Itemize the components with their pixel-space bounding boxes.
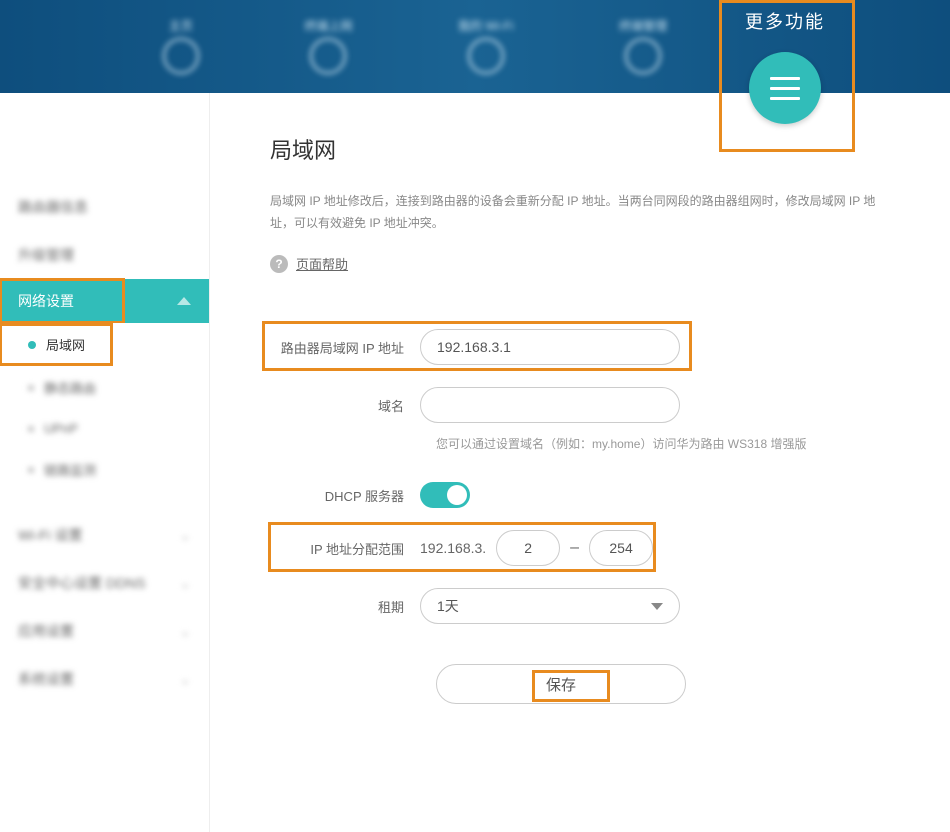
sidebar-item-label: 网络设置: [18, 291, 74, 311]
save-button[interactable]: 保存: [436, 664, 686, 704]
top-nav-blurred: 主页 终端上网 我的 Wi-Fi 终端管理: [110, 8, 720, 83]
more-features-button[interactable]: [749, 52, 821, 124]
row-dhcp: DHCP 服务器: [270, 482, 880, 508]
select-lease-value: 1天: [437, 596, 459, 616]
label-lease: 租期: [270, 597, 420, 616]
row-lease: 租期 1天: [270, 588, 880, 624]
label-lan-ip: 路由器局域网 IP 地址: [270, 338, 420, 357]
sidebar-item-blurred[interactable]: Wi-Fi 设置⌄: [0, 511, 209, 559]
label-domain: 域名: [270, 396, 420, 415]
sidebar-item-blurred[interactable]: 系统设置⌄: [0, 655, 209, 703]
sidebar-subitem-blurred[interactable]: UPnP: [0, 409, 209, 448]
sidebar-subitem-label: 局域网: [46, 335, 85, 354]
save-button-label: 保存: [546, 674, 576, 695]
ip-range-separator: –: [570, 539, 579, 557]
sidebar-subitem-blurred[interactable]: 链路监测: [0, 448, 209, 491]
input-ip-range-start[interactable]: [496, 530, 560, 566]
row-ip-range: IP 地址分配范围 192.168.3. –: [270, 530, 880, 566]
page-help[interactable]: ? 页面帮助: [270, 254, 880, 289]
page-help-link[interactable]: 页面帮助: [296, 254, 348, 273]
chevron-down-icon: [651, 603, 663, 610]
sidebar-item-blurred[interactable]: 路由器信息: [0, 183, 209, 231]
toggle-dhcp[interactable]: [420, 482, 470, 508]
main-content: 局域网 局域网 IP 地址修改后，连接到路由器的设备会重新分配 IP 地址。当两…: [210, 93, 950, 832]
sidebar-item-network-settings[interactable]: 网络设置: [0, 279, 209, 323]
input-ip-range-end[interactable]: [589, 530, 653, 566]
label-ip-range: IP 地址分配范围: [270, 539, 420, 558]
dot-icon: [28, 341, 36, 349]
more-features-label: 更多功能: [725, 8, 845, 34]
input-lan-ip[interactable]: [420, 329, 680, 365]
page-description: 局域网 IP 地址修改后，连接到路由器的设备会重新分配 IP 地址。当两台同网段…: [270, 191, 880, 234]
ip-range-prefix: 192.168.3.: [420, 540, 486, 556]
sidebar-item-blurred[interactable]: 升级管理: [0, 231, 209, 279]
chevron-up-icon: [177, 297, 191, 305]
more-features: 更多功能: [725, 0, 845, 124]
row-lan-ip: 路由器局域网 IP 地址: [270, 329, 880, 365]
sidebar-item-blurred[interactable]: 应用设置⌄: [0, 607, 209, 655]
label-dhcp: DHCP 服务器: [270, 486, 420, 505]
sidebar-subitem-blurred[interactable]: 静态路由: [0, 366, 209, 409]
sidebar-item-blurred[interactable]: 安全中心设置 DDNS⌄: [0, 559, 209, 607]
page-title: 局域网: [270, 133, 880, 165]
select-lease[interactable]: 1天: [420, 588, 680, 624]
input-domain[interactable]: [420, 387, 680, 423]
row-domain: 域名: [270, 387, 880, 423]
domain-hint: 您可以通过设置域名（例如：my.home）访问华为路由 WS318 增强版: [436, 435, 880, 452]
toggle-knob: [447, 485, 467, 505]
hamburger-icon: [770, 77, 800, 100]
sidebar-subitem-lan[interactable]: 局域网: [0, 323, 209, 366]
sidebar: 路由器信息 升级管理 网络设置 局域网 静态路由 UPnP 链路监测 Wi-Fi…: [0, 93, 210, 832]
help-icon: ?: [270, 255, 288, 273]
